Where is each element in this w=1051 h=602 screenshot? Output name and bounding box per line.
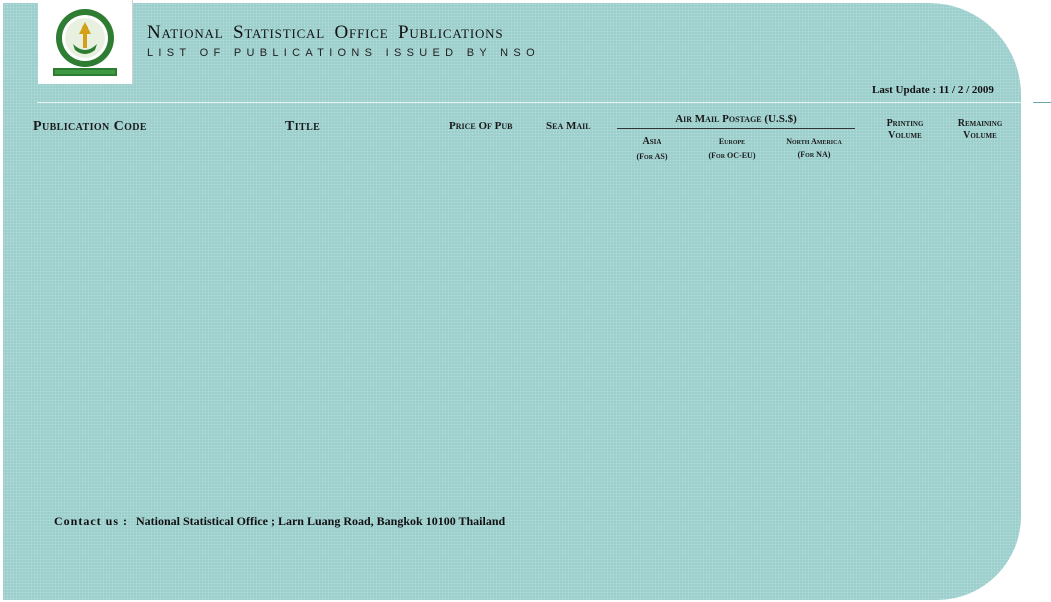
last-update: Last Update : 11 / 2 / 2009 [872,84,994,96]
column-header-remaining-volume: Volume [963,130,997,141]
column-header-north-america-sub: (For NA) [797,150,831,159]
header-divider [37,102,1021,103]
contact-label: Contact us : [54,514,128,528]
column-header-europe-sub: (For OC-EU) [708,151,756,160]
column-header-sea-mail: Sea Mail [546,120,591,132]
column-header-air-mail-postage: Air Mail Postage (U.S.$) [675,113,797,125]
column-header-publication-code: Publication Code [33,119,147,134]
column-header-printing: Printing [886,118,924,129]
contact-info: Contact us : National Statistical Office … [54,514,505,529]
column-header-title: Title [285,119,321,134]
column-header-price-of-pub: Price Of Pub [449,120,513,132]
column-header-north-america: North America [786,137,842,146]
column-header-europe: Europe [718,137,746,146]
header-divider-stub [1033,102,1051,103]
column-header-remaining: Remaining [957,118,1003,129]
nso-emblem-icon [53,9,117,76]
column-header-asia: Asia [642,136,662,147]
page: National Statistical Office Publications… [0,0,1051,602]
air-mail-divider [617,128,855,129]
logo[interactable] [38,0,133,84]
content-panel [3,3,1021,600]
page-subtitle: LIST OF PUBLICATIONS ISSUED BY NSO [147,47,540,59]
column-header-asia-sub: (For AS) [636,152,668,161]
page-title: National Statistical Office Publications [147,22,504,43]
contact-address: National Statistical Office ; Larn Luang… [136,514,506,528]
column-header-printing-volume: Volume [888,130,922,141]
